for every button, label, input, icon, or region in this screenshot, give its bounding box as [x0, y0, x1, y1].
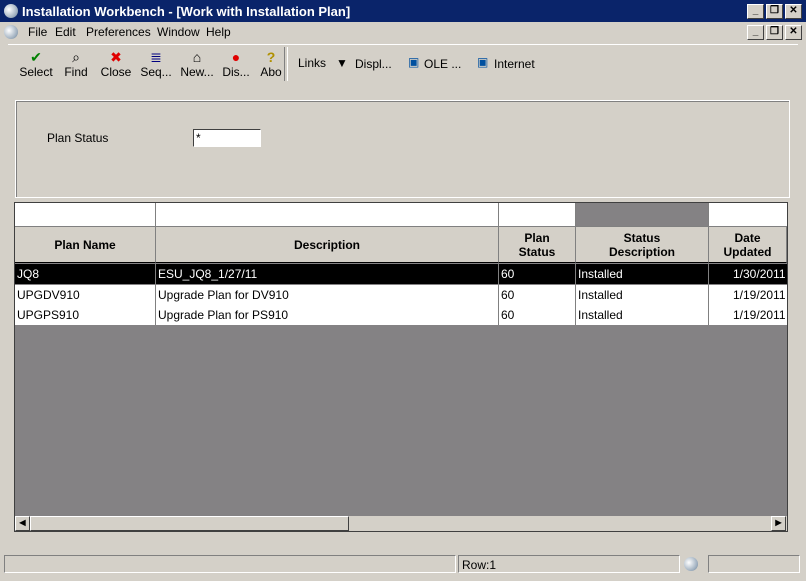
filter-group [15, 100, 790, 198]
cell-plan-status: 60 [501, 287, 515, 302]
close-label: Close [100, 65, 132, 79]
connection-globe-icon [684, 557, 698, 571]
plan-status-input[interactable] [193, 129, 261, 147]
cell-plan-name: JQ8 [17, 267, 40, 281]
new-icon: ⌂ [192, 49, 202, 65]
about-label: Abo [260, 65, 282, 79]
cell-divider [575, 305, 576, 325]
col-date-updated[interactable]: Date Updated [709, 227, 787, 263]
cell-status-description: Installed [578, 308, 623, 322]
cell-divider [498, 264, 499, 284]
menu-window[interactable]: Window [157, 25, 200, 39]
menu-bar: File Edit Preferences Window Help _ ❐ ✕ [0, 22, 806, 42]
cell-plan-name: UPGPS910 [17, 308, 80, 322]
about-button[interactable]: ? Abo [258, 49, 284, 79]
restore-button[interactable]: ❐ [766, 4, 783, 19]
app-globe-icon [4, 4, 18, 18]
cell-date-updated: 1/19/2011 [733, 287, 786, 302]
cell-divider [155, 305, 156, 325]
close-icon: ✖ [110, 49, 122, 65]
toolbar-separator [284, 47, 288, 81]
new-button[interactable]: ⌂ New... [178, 49, 216, 79]
toolbar: ✔ Select ⌕ Find ✖ Close ≣ Seq... ⌂ New... ● Di… [8, 44, 798, 85]
cell-divider [155, 264, 156, 284]
close-button[interactable]: ✖ Close [98, 49, 134, 79]
displ-link[interactable]: Displ... [355, 57, 392, 71]
cell-description: ESU_JQ8_1/27/11 [158, 267, 258, 281]
table-row[interactable]: UPGPS910 Upgrade Plan for PS910 60 Installe… [15, 305, 787, 325]
scroll-left-button[interactable]: ◀ [15, 516, 30, 531]
horizontal-scrollbar[interactable]: ◀ ▶ [15, 516, 787, 531]
display-label: Dis... [222, 65, 250, 79]
cell-divider [498, 284, 499, 305]
child-minimize-button[interactable]: _ [747, 25, 764, 40]
cell-divider [155, 284, 156, 305]
plan-grid: Plan Name Description Plan Status Status… [14, 202, 788, 532]
cell-date-updated: 1/19/2011 [733, 308, 786, 322]
cell-divider [575, 264, 576, 284]
cell-plan-name: UPGDV910 [17, 287, 80, 302]
row-indicator: Row:1 [458, 555, 680, 573]
find-button[interactable]: ⌕ Find [62, 49, 90, 79]
col-plan-status[interactable]: Plan Status [499, 227, 576, 263]
menu-edit[interactable]: Edit [55, 25, 76, 39]
links-label[interactable]: Links [298, 56, 326, 70]
plan-status-label: Plan Status [47, 131, 109, 145]
cell-description: Upgrade Plan for PS910 [158, 308, 289, 322]
window-title: Installation Workbench - [Work with Inst… [22, 4, 351, 19]
child-close-button[interactable]: ✕ [785, 25, 802, 40]
title-bar: Installation Workbench - [Work with Inst… [0, 0, 806, 22]
query-row[interactable] [15, 203, 787, 227]
seq-button[interactable]: ≣ Seq... [139, 49, 173, 79]
find-label: Find [64, 65, 88, 79]
ole-link[interactable]: OLE ... [424, 57, 461, 71]
cell-divider [498, 305, 499, 325]
internet-link[interactable]: Internet [494, 57, 535, 71]
about-icon: ? [266, 49, 276, 65]
checkmark-icon: ✔ [30, 49, 42, 65]
close-window-button[interactable]: ✕ [785, 4, 802, 19]
internet-icon: ▣ [477, 55, 489, 69]
cell-status-description: Installed [578, 287, 623, 302]
scroll-right-button[interactable]: ▶ [771, 516, 786, 531]
sequence-icon: ≣ [150, 49, 162, 65]
select-button[interactable]: ✔ Select [18, 49, 54, 79]
cell-status-description: Installed [578, 267, 623, 281]
minimize-button[interactable]: _ [747, 4, 764, 19]
ole-icon: ▣ [408, 55, 420, 69]
doc-globe-icon[interactable] [4, 25, 18, 39]
cell-divider [575, 284, 576, 305]
seq-label: Seq... [140, 65, 172, 79]
find-icon: ⌕ [72, 49, 80, 65]
display-button[interactable]: ● Dis... [220, 49, 252, 79]
cell-divider [708, 284, 709, 305]
table-row[interactable]: JQ8 ESU_JQ8_1/27/11 60 Installed 1/30/2011 [15, 264, 787, 284]
child-restore-button[interactable]: ❐ [766, 25, 783, 40]
menu-help[interactable]: Help [206, 25, 231, 39]
cell-divider [708, 305, 709, 325]
table-row[interactable]: UPGDV910 Upgrade Plan for DV910 60 Installe… [15, 284, 787, 305]
menu-preferences[interactable]: Preferences [86, 25, 151, 39]
scroll-thumb[interactable] [30, 516, 349, 531]
cell-plan-status: 60 [501, 267, 515, 281]
cell-description: Upgrade Plan for DV910 [158, 287, 289, 302]
display-icon: ● [231, 49, 241, 65]
new-label: New... [180, 65, 214, 79]
col-plan-name[interactable]: Plan Name [15, 227, 156, 263]
display-dropdown-arrow-icon[interactable]: ▼ [336, 56, 348, 70]
col-status-description[interactable]: Status Description [576, 227, 709, 263]
cell-date-updated: 1/30/2011 [733, 267, 786, 281]
menu-file[interactable]: File [28, 25, 47, 39]
select-label: Select [19, 65, 53, 79]
cell-plan-status: 60 [501, 308, 515, 322]
status-bar: Row:1 [0, 553, 806, 575]
col-description[interactable]: Description [156, 227, 499, 263]
cell-divider [708, 264, 709, 284]
